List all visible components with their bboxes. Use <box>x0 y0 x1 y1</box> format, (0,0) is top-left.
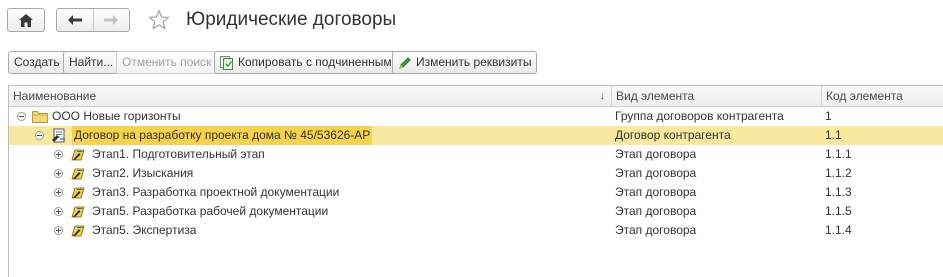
change-props-button[interactable]: Изменить реквизиты <box>392 51 538 74</box>
contract-icon <box>52 128 65 143</box>
table-row[interactable]: Этап5. Разработка рабочей документации Э… <box>9 202 943 221</box>
row-name: Этап5. Разработка рабочей документации <box>92 204 329 218</box>
contracts-table: Наименование ↓ Вид элемента Код элемента… <box>8 85 943 277</box>
cell-code: 1.1.3 <box>825 185 852 199</box>
cell-kind: Этап договора <box>615 185 697 199</box>
cell-code: 1.1 <box>825 128 842 142</box>
cell-name: Этап5. Экспертиза <box>9 221 612 240</box>
row-name: ООО Новые горизонты <box>52 109 181 123</box>
table-row[interactable]: Договор на разработку проекта дома № 45/… <box>9 126 943 145</box>
cancel-search-button-label: Отменить поиск <box>122 55 212 69</box>
column-header-code[interactable]: Код элемента <box>822 86 943 106</box>
expand-icon[interactable] <box>54 150 63 159</box>
cell-code: 1 <box>825 109 832 123</box>
command-bar: Создать Найти... Отменить поиск Копирова… <box>0 51 943 75</box>
find-button-label: Найти... <box>69 55 114 69</box>
cell-code: 1.1.4 <box>825 223 852 237</box>
cell-kind: Этап договора <box>615 147 697 161</box>
cell-kind: Договор контрагента <box>615 128 731 142</box>
cell-code: 1.1.1 <box>825 147 852 161</box>
expand-icon[interactable] <box>54 207 63 216</box>
stage-icon <box>71 149 85 161</box>
sort-arrow-icon: ↓ <box>599 90 606 102</box>
create-button[interactable]: Создать <box>8 51 66 74</box>
arrow-left-icon <box>67 15 82 25</box>
collapse-icon[interactable] <box>35 131 44 140</box>
row-name: Этап3. Разработка проектной документации <box>92 185 340 199</box>
column-header-code-label: Код элемента <box>826 89 903 103</box>
stage-icon <box>71 225 85 237</box>
table-row[interactable]: ООО Новые горизонты Группа договоров кон… <box>9 107 943 126</box>
cell-kind: Этап договора <box>615 166 697 180</box>
row-name: Этап5. Экспертиза <box>92 223 197 237</box>
cell-name: Этап1. Подготовительный этап <box>9 145 612 164</box>
home-button[interactable] <box>7 8 45 32</box>
column-header-name[interactable]: Наименование ↓ <box>9 86 612 106</box>
cell-name: Договор на разработку проекта дома № 45/… <box>9 126 612 145</box>
stage-icon <box>71 206 85 218</box>
row-name: Этап1. Подготовительный этап <box>92 147 265 161</box>
table-row[interactable]: Этап3. Разработка проектной документации… <box>9 183 943 202</box>
forward-button[interactable] <box>94 9 130 31</box>
cell-kind: Группа договоров контрагента <box>615 109 784 123</box>
expand-icon[interactable] <box>54 169 63 178</box>
cell-kind: Этап договора <box>615 223 697 237</box>
copy-with-children-button[interactable]: Копировать с подчиненными <box>214 51 405 74</box>
arrow-right-icon <box>104 15 119 25</box>
history-nav <box>56 8 130 32</box>
table-header: Наименование ↓ Вид элемента Код элемента <box>9 86 943 107</box>
pencil-icon <box>399 56 411 69</box>
copy-with-children-label: Копировать с подчиненными <box>238 55 399 69</box>
stage-icon <box>71 187 85 199</box>
cell-kind: Этап договора <box>615 204 697 218</box>
cell-name: ООО Новые горизонты <box>9 107 612 126</box>
table-row[interactable]: Этап1. Подготовительный этап Этап догово… <box>9 145 943 164</box>
expand-icon[interactable] <box>54 226 63 235</box>
change-props-label: Изменить реквизиты <box>416 55 532 69</box>
table-row[interactable]: Этап5. Экспертиза Этап договора 1.1.4 <box>9 221 943 240</box>
folder-icon <box>32 111 48 123</box>
column-header-kind-label: Вид элемента <box>616 89 695 103</box>
collapse-icon[interactable] <box>17 112 26 121</box>
column-header-kind[interactable]: Вид элемента <box>612 86 822 106</box>
star-icon[interactable] <box>148 9 170 31</box>
cell-name: Этап5. Разработка рабочей документации <box>9 202 612 221</box>
cell-code: 1.1.5 <box>825 204 852 218</box>
create-button-label: Создать <box>14 55 60 69</box>
title-bar: Юридические договоры <box>0 0 943 44</box>
cancel-search-button[interactable]: Отменить поиск <box>116 51 218 74</box>
row-name: Договор на разработку проекта дома № 45/… <box>72 126 373 145</box>
page-title: Юридические договоры <box>186 9 397 30</box>
back-button[interactable] <box>57 9 94 31</box>
expand-icon[interactable] <box>54 188 63 197</box>
cell-code: 1.1.2 <box>825 166 852 180</box>
home-icon <box>19 13 33 27</box>
row-name: Этап2. Изыскания <box>92 166 194 180</box>
column-header-name-label: Наименование <box>13 89 97 103</box>
copy-icon <box>220 55 233 70</box>
cell-name: Этап3. Разработка проектной документации <box>9 183 612 202</box>
find-button[interactable]: Найти... <box>63 51 120 74</box>
table-row[interactable]: Этап2. Изыскания Этап договора 1.1.2 <box>9 164 943 183</box>
stage-icon <box>71 168 85 180</box>
cell-name: Этап2. Изыскания <box>9 164 612 183</box>
